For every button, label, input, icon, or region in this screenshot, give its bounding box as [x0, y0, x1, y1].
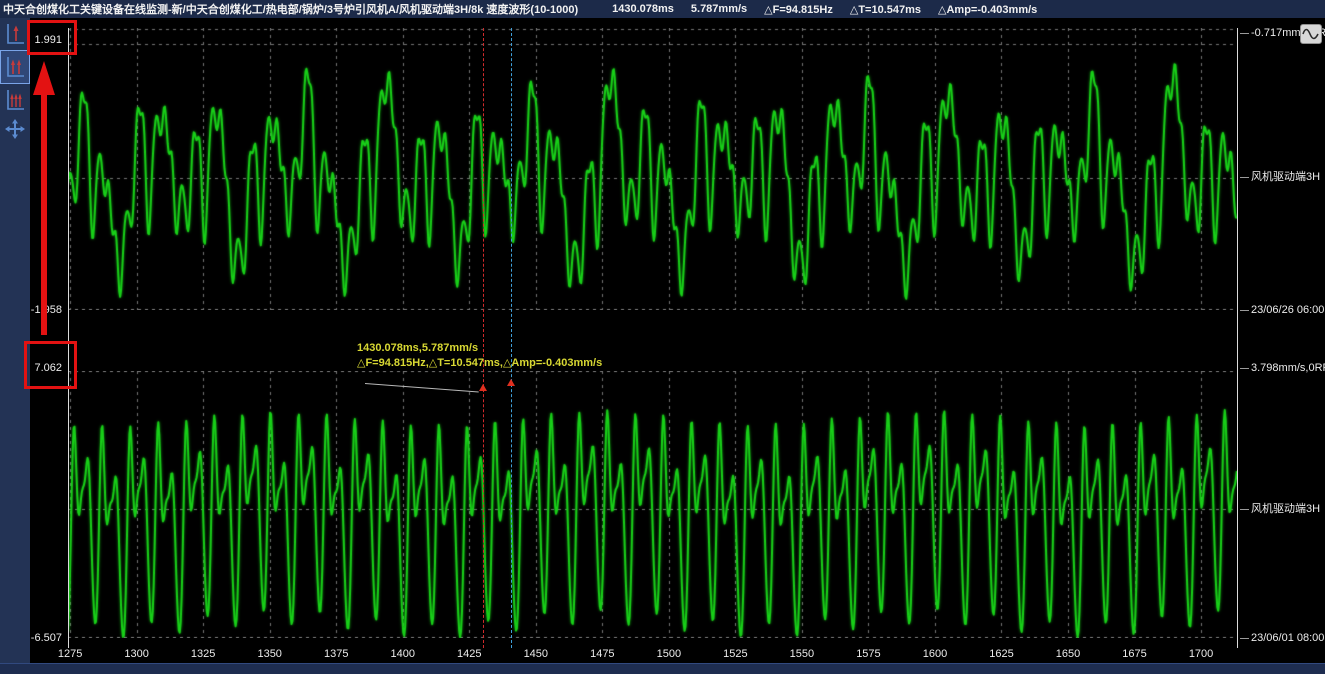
breadcrumb: 中天合创煤化工关键设备在线监测-新/中天合创煤化工/热电部/锅炉/3号炉引风机A…	[3, 1, 578, 17]
red-measurement-cursor[interactable]	[483, 28, 484, 648]
x-tick-label: 1425	[447, 648, 491, 660]
annotation-highlight-box-ymax	[27, 20, 77, 55]
x-tick-label: 1500	[647, 648, 691, 660]
readout-cursor-amplitude: 5.787mm/s	[691, 3, 747, 15]
pan-tool-button[interactable]	[2, 116, 28, 142]
red-cursor-peak-marker	[479, 384, 487, 391]
chart2-channel-label: 风机驱动端3H	[1240, 502, 1320, 516]
chart2-ymin-label: -6.507	[0, 631, 62, 645]
chart1-timestamp-label: 23/06/26 06:00:00	[1240, 303, 1325, 317]
x-tick-label: 1600	[913, 648, 957, 660]
pan-move-icon	[5, 119, 25, 139]
readout-cursor-time: 1430.078ms	[612, 3, 674, 15]
blue-measurement-cursor[interactable]	[511, 28, 512, 648]
blue-cursor-peak-marker	[507, 379, 515, 386]
waveform-chart-top[interactable]	[68, 28, 1237, 310]
cursor-annotation-line1: 1430.078ms,5.787mm/s	[357, 342, 478, 354]
x-tick-label: 1650	[1046, 648, 1090, 660]
x-tick-label: 1350	[248, 648, 292, 660]
x-tick-label: 1400	[381, 648, 425, 660]
x-tick-label: 1275	[48, 648, 92, 660]
title-bar: 中天合创煤化工关键设备在线监测-新/中天合创煤化工/热电部/锅炉/3号炉引风机A…	[0, 0, 1325, 18]
x-tick-label: 1575	[846, 648, 890, 660]
x-tick-label: 1625	[979, 648, 1023, 660]
left-axis-line	[68, 28, 69, 648]
readout-delta-frequency: △F=94.815Hz	[764, 3, 833, 16]
x-tick-label: 1525	[713, 648, 757, 660]
dual-trace-icon	[4, 55, 26, 79]
chart1-ymin-label: -1.958	[0, 303, 62, 317]
triple-trace-view-button[interactable]	[2, 87, 28, 113]
chart2-timestamp-label: 23/06/01 08:00:00	[1240, 631, 1325, 645]
x-tick-label: 1475	[580, 648, 624, 660]
chart2-current-value-label: 3.798mm/s,0RPM	[1240, 361, 1325, 375]
readout-delta-amplitude: △Amp=-0.403mm/s	[938, 3, 1037, 16]
cursor-annotation-line2: △F=94.815Hz,△T=10.547ms,△Amp=-0.403mm/s	[357, 356, 602, 369]
waveform-chart-bottom[interactable]	[68, 371, 1237, 638]
chart1-channel-label: 风机驱动端3H	[1240, 170, 1320, 184]
x-tick-label: 1550	[780, 648, 824, 660]
readout-delta-time: △T=10.547ms	[850, 3, 921, 16]
triple-trace-icon	[4, 88, 26, 112]
x-tick-label: 1450	[514, 648, 558, 660]
waveform-mode-button[interactable]	[1300, 24, 1322, 44]
annotation-highlight-box-ymax2	[24, 341, 77, 389]
bottom-status-bar	[0, 663, 1325, 674]
x-tick-label: 1675	[1113, 648, 1157, 660]
dual-trace-view-button[interactable]	[0, 50, 30, 84]
x-tick-label: 1325	[181, 648, 225, 660]
annotation-arrow-head	[33, 61, 55, 95]
x-tick-label: 1375	[314, 648, 358, 660]
right-axis-line	[1237, 28, 1238, 648]
x-tick-label: 1700	[1179, 648, 1223, 660]
annotation-arrow-shaft	[41, 94, 47, 335]
sine-wave-icon	[1302, 27, 1320, 41]
x-tick-label: 1300	[115, 648, 159, 660]
